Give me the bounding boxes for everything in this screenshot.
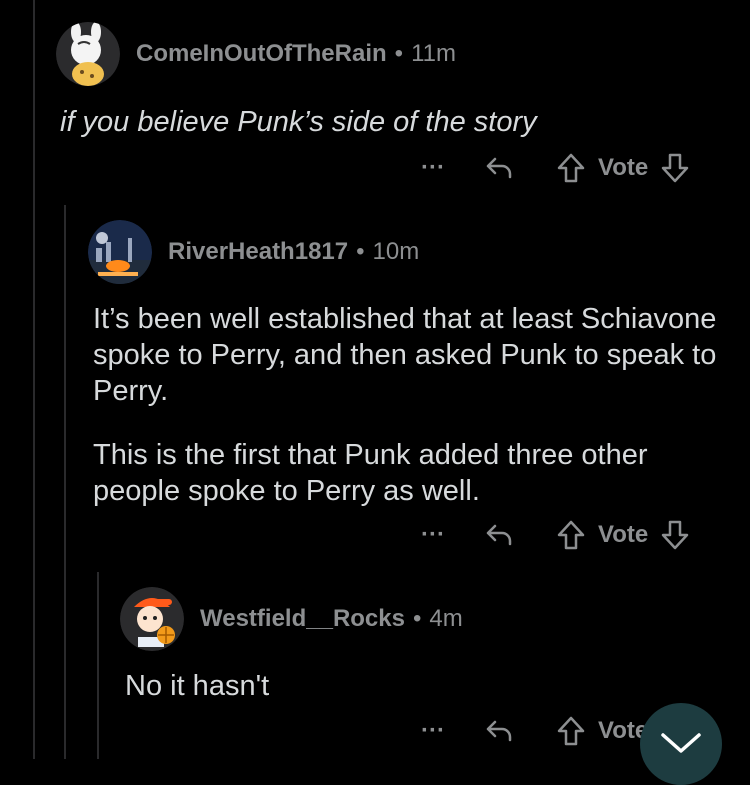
upvote-button[interactable] — [556, 715, 586, 747]
reply-button[interactable] — [484, 520, 514, 550]
upvote-button[interactable] — [556, 519, 586, 551]
more-icon: ··· — [421, 521, 445, 548]
comment-header: Westfield__Rocks • 4m — [120, 587, 463, 651]
comment-paragraph: if you believe Punk’s side of the story — [60, 106, 537, 138]
more-options-button[interactable]: ··· — [418, 521, 448, 549]
comment-actions: ··· Vote — [418, 148, 690, 188]
comment-paragraph: It’s been well established that at least… — [93, 303, 717, 407]
comment-actions: ··· Vote — [418, 711, 660, 751]
avatar[interactable] — [120, 587, 184, 651]
comment-body: if you believe Punk’s side of the story — [60, 104, 720, 140]
username[interactable]: RiverHeath1817 — [168, 238, 348, 266]
vote-count: Vote — [598, 154, 649, 181]
reply-button[interactable] — [484, 153, 514, 183]
separator-dot: • — [412, 605, 422, 632]
timestamp: 11m — [411, 40, 456, 67]
timestamp: 10m — [372, 238, 420, 265]
avatar[interactable] — [56, 22, 120, 86]
username[interactable]: ComeInOutOfTheRain — [136, 40, 387, 68]
comment-paragraph: No it hasn't — [125, 670, 270, 702]
separator-dot: • — [394, 40, 404, 67]
timestamp: 4m — [429, 605, 463, 632]
more-icon: ··· — [421, 154, 445, 181]
comment-header: ComeInOutOfTheRain • 11m — [56, 22, 456, 86]
chevron-down-icon — [661, 733, 701, 753]
upvote-button[interactable] — [556, 152, 586, 184]
thread-line-level-2[interactable] — [97, 572, 99, 759]
avatar[interactable] — [88, 220, 152, 284]
separator-dot: • — [356, 238, 365, 265]
comment-paragraph: This is the first that Punk added three … — [93, 439, 648, 507]
thread-line-level-1[interactable] — [64, 205, 66, 759]
reply-icon — [486, 157, 512, 179]
downvote-icon — [661, 153, 689, 183]
username[interactable]: Westfield__Rocks — [200, 605, 405, 633]
comment-actions: ··· Vote — [418, 515, 690, 555]
more-options-button[interactable]: ··· — [418, 717, 448, 745]
vote-count: Vote — [598, 521, 649, 548]
reply-button[interactable] — [484, 716, 514, 746]
comment-body: No it hasn't — [125, 668, 715, 704]
more-options-button[interactable]: ··· — [418, 154, 448, 182]
comment-body: It’s been well established that at least… — [93, 301, 723, 509]
downvote-button[interactable] — [660, 152, 690, 184]
upvote-icon — [557, 716, 585, 746]
comment-header: RiverHeath1817 • 10m — [88, 220, 419, 284]
downvote-button[interactable] — [660, 519, 690, 551]
reply-icon — [486, 720, 512, 742]
upvote-icon — [557, 153, 585, 183]
downvote-icon — [661, 520, 689, 550]
more-icon: ··· — [421, 717, 445, 744]
reply-icon — [486, 524, 512, 546]
scroll-down-button[interactable] — [640, 703, 722, 785]
upvote-icon — [557, 520, 585, 550]
thread-line-level-0[interactable] — [33, 0, 35, 759]
